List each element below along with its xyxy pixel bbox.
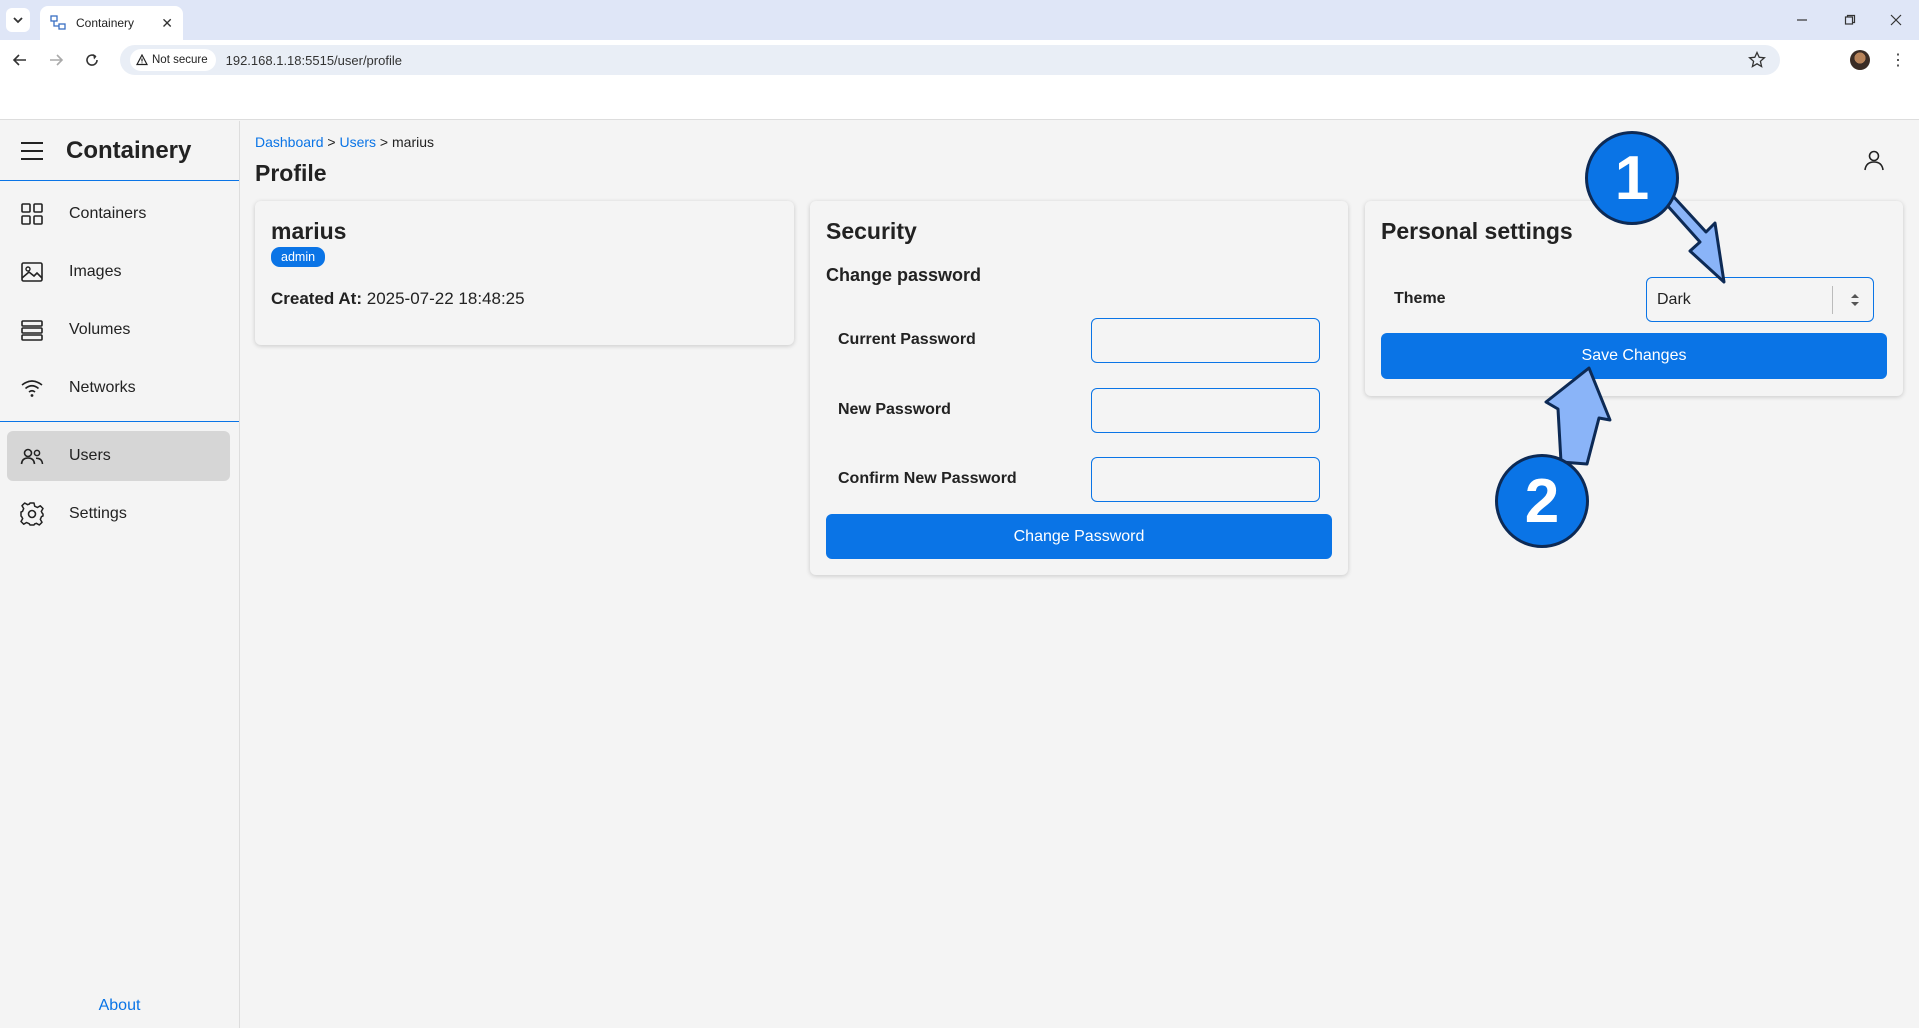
breadcrumb-dashboard[interactable]: Dashboard	[255, 134, 324, 150]
created-at: Created At: 2025-07-22 18:48:25	[271, 289, 525, 309]
breadcrumb: Dashboard > Users > marius	[255, 134, 434, 150]
theme-label: Theme	[1394, 290, 1446, 307]
change-password-heading: Change password	[826, 265, 982, 285]
warning-icon	[136, 54, 148, 66]
browser-tabstrip: Containery ✕	[0, 0, 1919, 40]
breadcrumb-separator: >	[379, 134, 389, 150]
step-marker-1: 1	[1585, 131, 1679, 225]
new-password-input[interactable]	[1091, 388, 1320, 433]
back-icon[interactable]	[8, 48, 32, 72]
url-text: 192.168.1.18:5515/user/profile	[225, 52, 402, 68]
new-password-label: New Password	[838, 401, 951, 418]
security-chip[interactable]: Not secure	[130, 49, 216, 71]
grid-icon	[19, 201, 45, 227]
sidebar-divider	[0, 421, 239, 422]
security-title: Security	[826, 218, 917, 244]
username: marius	[271, 218, 347, 244]
users-icon	[19, 443, 45, 469]
breadcrumb-separator: >	[327, 134, 336, 150]
sidebar-item-images[interactable]: Images	[7, 247, 230, 297]
sidebar-item-users[interactable]: Users	[7, 431, 230, 481]
browser-menu-icon[interactable]: ⋮	[1888, 48, 1908, 72]
confirm-password-label: Confirm New Password	[838, 470, 1017, 487]
containery-favicon-icon	[50, 15, 66, 30]
sidebar-item-networks[interactable]: Networks	[7, 363, 230, 413]
browser-toolbar: Not secure 192.168.1.18:5515/user/profil…	[0, 40, 1919, 80]
breadcrumb-users[interactable]: Users	[339, 134, 376, 150]
breadcrumb-current: marius	[392, 134, 435, 150]
sidebar-item-label: Users	[69, 447, 111, 464]
hamburger-menu-icon[interactable]	[20, 141, 44, 161]
page-top-band	[0, 80, 1919, 120]
tab-search-button[interactable]	[6, 8, 30, 32]
current-password-input[interactable]	[1091, 318, 1320, 363]
sidebar-item-label: Images	[69, 263, 122, 280]
chevron-down-icon	[13, 17, 23, 24]
sidebar: Containery Containers Images Volumes Net…	[0, 121, 240, 1028]
select-arrows-icon	[1851, 294, 1859, 306]
personal-settings-title: Personal settings	[1381, 218, 1573, 244]
browser-tab[interactable]: Containery ✕	[40, 6, 183, 40]
confirm-password-input[interactable]	[1091, 457, 1320, 502]
address-bar[interactable]: Not secure 192.168.1.18:5515/user/profil…	[120, 45, 1780, 75]
select-separator	[1832, 286, 1833, 314]
about-link[interactable]: About	[0, 997, 239, 1015]
step-marker-2: 2	[1495, 454, 1589, 548]
save-changes-button[interactable]: Save Changes	[1381, 333, 1887, 379]
tab-close-icon[interactable]: ✕	[161, 15, 173, 32]
security-card: Security Change password Current Passwor…	[810, 201, 1348, 575]
restore-icon[interactable]	[1840, 10, 1860, 30]
page-title: Profile	[255, 160, 327, 186]
wifi-icon	[19, 375, 45, 401]
bookmark-star-icon[interactable]	[1748, 51, 1766, 69]
theme-select[interactable]: Dark	[1646, 277, 1874, 322]
tab-title: Containery	[76, 16, 135, 30]
created-at-label: Created At:	[271, 289, 362, 308]
theme-selected-value: Dark	[1657, 290, 1691, 308]
sidebar-item-settings[interactable]: Settings	[7, 489, 230, 539]
sidebar-item-label: Settings	[69, 505, 127, 522]
created-at-value: 2025-07-22 18:48:25	[366, 289, 525, 308]
sidebar-item-volumes[interactable]: Volumes	[7, 305, 230, 355]
user-account-icon[interactable]	[1862, 148, 1886, 172]
user-card: marius admin Created At: 2025-07-22 18:4…	[255, 201, 794, 345]
personal-settings-card: Personal settings Theme Dark Save Change…	[1365, 201, 1903, 396]
image-icon	[19, 259, 45, 285]
security-label: Not secure	[152, 54, 208, 66]
sidebar-item-label: Volumes	[69, 321, 131, 338]
sidebar-item-label: Containers	[69, 205, 147, 222]
sidebar-item-label: Networks	[69, 379, 136, 396]
reload-icon[interactable]	[80, 48, 104, 72]
profile-avatar[interactable]	[1850, 50, 1870, 70]
current-password-label: Current Password	[838, 331, 976, 348]
forward-icon[interactable]	[44, 48, 68, 72]
minimize-icon[interactable]	[1792, 10, 1812, 30]
sidebar-item-containers[interactable]: Containers	[7, 189, 230, 239]
volumes-icon	[19, 317, 45, 343]
window-close-icon[interactable]	[1886, 10, 1906, 30]
gear-icon	[19, 501, 45, 527]
change-password-button[interactable]: Change Password	[826, 514, 1332, 559]
app-name: Containery	[66, 136, 192, 164]
role-badge: admin	[271, 247, 326, 267]
sidebar-header: Containery	[0, 121, 239, 181]
